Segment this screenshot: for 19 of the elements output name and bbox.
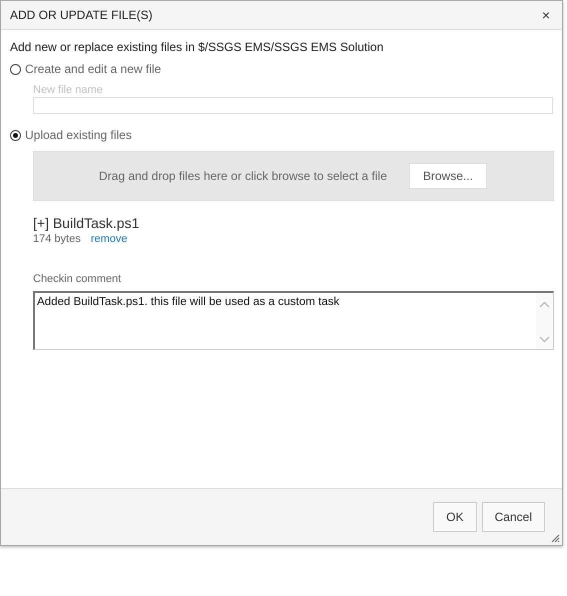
dialog-button[interactable]: OK [433, 502, 477, 532]
resize-grip-icon[interactable] [550, 533, 560, 543]
browse-button[interactable]: Browse... [409, 163, 487, 189]
radio-icon[interactable] [10, 130, 21, 140]
field-label: New file name [33, 84, 104, 96]
radio-option[interactable]: Upload existing files [10, 128, 552, 142]
drop-zone[interactable]: Drag and drop files here or click browse to select a file Browse... [33, 151, 554, 201]
file-name: [+] BuildTask.ps1 [33, 215, 140, 231]
description: Add new or replace existing files in $/SSGS EMS/SSGS EMS Solution [10, 40, 385, 54]
drop-hint: Drag and drop files here or click browse to select a file [98, 169, 387, 183]
dialog-button[interactable]: Cancel [482, 502, 545, 532]
radio-option[interactable]: Create and edit a new file [10, 62, 552, 76]
file-size: 174 bytes [33, 233, 81, 245]
radio-icon[interactable] [10, 64, 21, 74]
close-button[interactable]: × [540, 7, 552, 23]
window-title: ADD OR UPDATE FILE(S) [10, 8, 152, 22]
remove-link[interactable]: remove [90, 233, 128, 245]
comment-text: Added BuildTask.ps1. this file will be used as a custom task [37, 296, 340, 308]
field-label: Checkin comment [33, 273, 122, 285]
